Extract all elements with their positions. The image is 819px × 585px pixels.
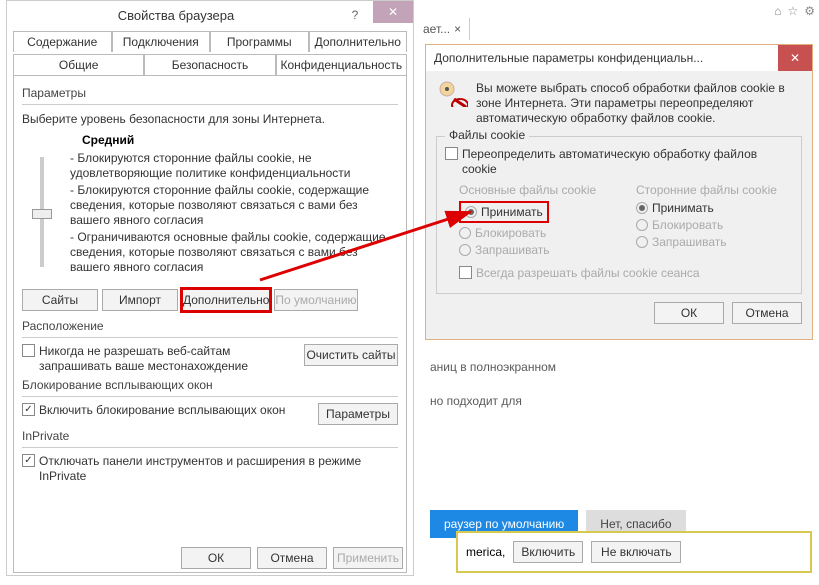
toast-disable-button[interactable]: Не включать [591, 541, 681, 563]
tab-general[interactable]: Общие [13, 54, 144, 75]
slider-thumb[interactable] [32, 209, 52, 219]
inprivate-group-label: InPrivate [22, 429, 398, 443]
default-button: По умолчанию [274, 289, 357, 311]
ok-button[interactable]: ОК [181, 547, 251, 569]
toast-bar: merica, Включить Не включать [456, 531, 812, 573]
thirdparty-label: Сторонние файлы cookie [636, 183, 793, 197]
level-description: - Блокируются сторонние файлы cookie, не… [70, 151, 398, 281]
popup-params-button[interactable]: Параметры [318, 403, 398, 425]
thirdparty-block-label: Блокировать [652, 218, 723, 232]
disable-toolbars-checkbox[interactable]: ✓ [22, 454, 35, 467]
choose-level-label: Выберите уровень безопасности для зоны И… [22, 111, 398, 127]
location-group-label: Расположение [22, 319, 398, 333]
close-icon[interactable]: ✕ [373, 1, 413, 23]
bg-tab-label: ает... [423, 22, 450, 36]
tab-connections[interactable]: Подключения [112, 31, 211, 52]
thirdparty-ask-radio[interactable] [636, 236, 648, 248]
firstparty-accept-label: Принимать [481, 205, 543, 219]
tab-advanced[interactable]: Дополнительно [309, 31, 408, 52]
enable-popup-checkbox[interactable]: ✓ [22, 403, 35, 416]
gear-icon[interactable]: ⚙ [804, 4, 815, 18]
thirdparty-accept-radio[interactable] [636, 202, 648, 214]
dialog2-title: Дополнительные параметры конфиденциальн.… [426, 51, 778, 65]
disable-toolbars-label: Отключать панели инструментов и расширен… [39, 454, 398, 484]
cancel-button[interactable]: Отмена [257, 547, 327, 569]
internet-properties-dialog: Свойства браузера ? ✕ Содержание Подключ… [6, 0, 414, 576]
session-cookie-checkbox[interactable] [459, 266, 472, 279]
dialog-title: Свойства браузера [15, 8, 337, 23]
params-group-label: Параметры [22, 86, 398, 100]
firstparty-label: Основные файлы cookie [459, 183, 616, 197]
firstparty-accept-radio[interactable] [465, 206, 477, 218]
files-cookie-legend: Файлы cookie [445, 128, 529, 142]
privacy-eye-icon [436, 81, 468, 107]
clear-sites-button[interactable]: Очистить сайты [304, 344, 398, 366]
firstparty-block-radio[interactable] [459, 227, 471, 239]
tab-security[interactable]: Безопасность [144, 54, 275, 75]
thirdparty-accept-label: Принимать [652, 201, 714, 215]
thirdparty-ask-label: Запрашивать [652, 235, 727, 249]
toast-text: merica, [466, 545, 505, 559]
thirdparty-block-radio[interactable] [636, 219, 648, 231]
close-icon[interactable]: ✕ [778, 45, 812, 71]
popup-group-label: Блокирование всплывающих окон [22, 378, 398, 392]
toast-enable-button[interactable]: Включить [513, 541, 583, 563]
override-checkbox[interactable] [445, 147, 458, 160]
tab-programs[interactable]: Программы [210, 31, 309, 52]
override-label: Переопределить автоматическую обработку … [462, 147, 793, 177]
star-icon[interactable]: ☆ [787, 4, 798, 18]
never-allow-checkbox[interactable] [22, 344, 35, 357]
firstparty-ask-radio[interactable] [459, 244, 471, 256]
level-name: Средний [82, 133, 398, 147]
dialog2-cancel-button[interactable]: Отмена [732, 302, 802, 324]
never-allow-label: Никогда не разрешать веб-сайтам запрашив… [39, 344, 300, 374]
help-icon[interactable]: ? [337, 8, 373, 22]
advanced-privacy-dialog: Дополнительные параметры конфиденциальн.… [425, 44, 813, 340]
apply-button: Применить [333, 547, 403, 569]
firstparty-ask-label: Запрашивать [475, 243, 550, 257]
enable-popup-label: Включить блокирование всплывающих окон [39, 403, 314, 418]
privacy-slider[interactable] [22, 151, 62, 281]
dialog2-ok-button[interactable]: ОК [654, 302, 724, 324]
close-icon[interactable]: × [454, 22, 461, 36]
dialog2-explain: Вы можете выбрать способ обработки файло… [476, 81, 802, 126]
tab-content[interactable]: Содержание [13, 31, 112, 52]
sites-button[interactable]: Сайты [22, 289, 98, 311]
firstparty-block-label: Блокировать [475, 226, 546, 240]
session-cookie-label: Всегда разрешать файлы cookie сеанса [476, 266, 793, 281]
home-icon[interactable]: ⌂ [774, 4, 781, 18]
background-tab[interactable]: ает... × [415, 18, 470, 40]
advanced-button[interactable]: Дополнительно [182, 289, 270, 311]
import-button[interactable]: Импорт [102, 289, 178, 311]
tab-privacy[interactable]: Конфиденциальность [276, 54, 407, 75]
background-text: аниц в полноэкранном но подходит для [430, 350, 556, 418]
